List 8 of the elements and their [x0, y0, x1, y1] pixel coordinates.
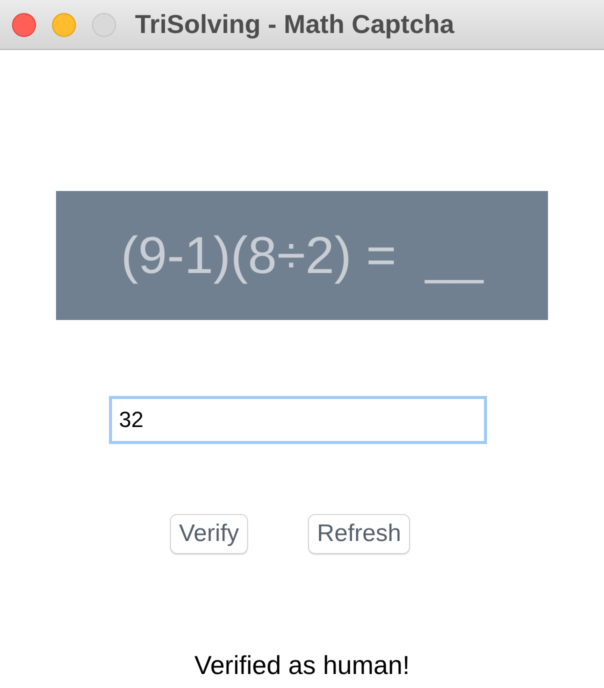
window-title: TriSolving - Math Captcha [135, 9, 454, 40]
answer-field[interactable]: 32 [109, 396, 487, 444]
status-message: Verified as human! [194, 650, 410, 681]
minimize-button[interactable] [52, 12, 76, 36]
close-button[interactable] [12, 12, 36, 36]
refresh-button[interactable]: Refresh [308, 514, 410, 554]
captcha-equation: (9-1)(8÷2) = __ [120, 226, 484, 286]
verify-button[interactable]: Verify [170, 514, 248, 554]
